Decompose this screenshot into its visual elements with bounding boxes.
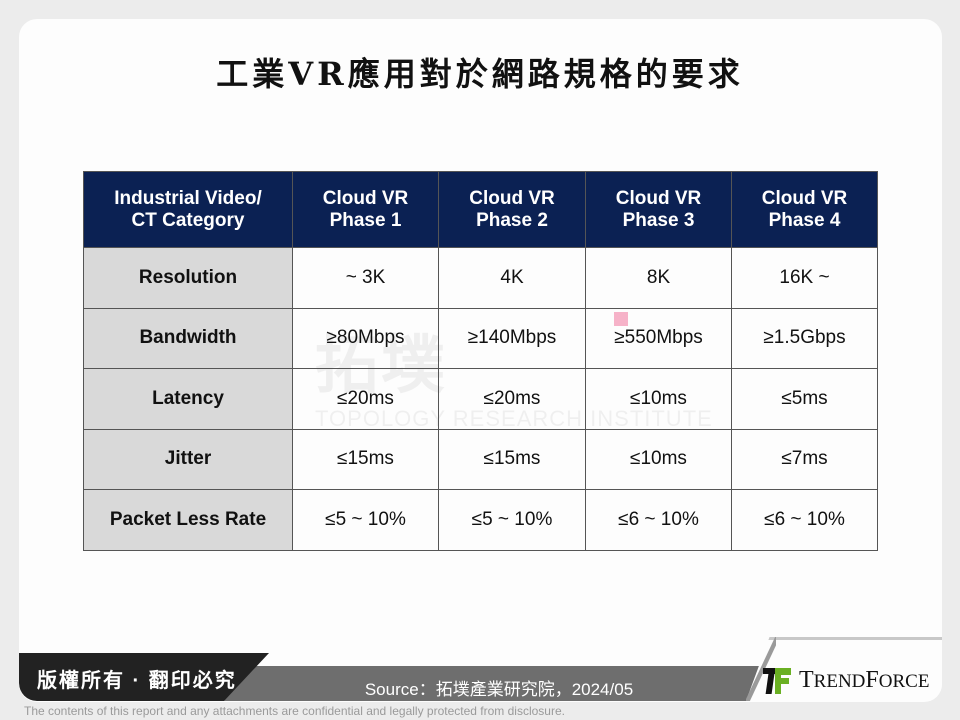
disclaimer-text: The contents of this report and any atta… <box>24 704 565 718</box>
table-cell: ≤15ms <box>438 428 586 490</box>
table-cell: ≤20ms <box>292 368 439 430</box>
requirements-table: Industrial Video/CT Category Cloud VR Pha… <box>83 171 878 551</box>
table-cell: ≤5 ~ 10% <box>438 489 586 551</box>
table-cell: ≤5ms <box>731 368 878 430</box>
table-cell: ≥80Mbps <box>292 307 439 369</box>
source-text: Source：拓墣產業研究院，2024/05 <box>364 680 634 699</box>
table-cell: 8K <box>585 247 732 309</box>
table-cell: ≥140Mbps <box>438 307 586 369</box>
trendforce-wordmark: TRENDFORCE <box>799 667 930 693</box>
pink-marker <box>614 312 628 326</box>
copyright-text: 版權所有 · 翻印必究 <box>37 670 237 692</box>
table-cell: ~ 3K <box>292 247 439 309</box>
header-phase-4: Cloud VR Phase 4 <box>731 171 878 248</box>
table-cell: ≤6 ~ 10% <box>731 489 878 551</box>
row-label: Latency <box>83 368 293 430</box>
table-row: Packet Less Rate ≤5 ~ 10% ≤5 ~ 10% ≤6 ~ … <box>83 489 878 551</box>
table-cell: ≥1.5Gbps <box>731 307 878 369</box>
trendforce-logo: TRENDFORCE <box>763 667 929 694</box>
page-title: 工業VR應用對於網路規格的要求 <box>216 55 744 93</box>
header-phase-1: Cloud VR Phase 1 <box>292 171 439 248</box>
table-cell: ≤20ms <box>438 368 586 430</box>
table-row: Bandwidth ≥80Mbps ≥140Mbps ≥550Mbps ≥1.5… <box>83 307 878 369</box>
table-cell: ≤10ms <box>585 368 732 430</box>
row-label: Resolution <box>83 247 293 309</box>
trendforce-logo-icon <box>763 667 793 694</box>
row-label: Bandwidth <box>83 307 293 369</box>
table-cell: 4K <box>438 247 586 309</box>
row-label: Packet Less Rate <box>83 489 293 551</box>
row-label: Jitter <box>83 428 293 490</box>
table-header-row: Industrial Video/CT Category Cloud VR Pha… <box>83 171 878 248</box>
slide: 工業VR應用對於網路規格的要求 拓墣 TOPOLOGY RESEARCH INS… <box>19 19 942 702</box>
table-cell: ≤15ms <box>292 428 439 490</box>
table-row: Latency ≤20ms ≤20ms ≤10ms ≤5ms <box>83 368 878 430</box>
table-cell: ≤10ms <box>585 428 732 490</box>
table-cell: 16K ~ <box>731 247 878 309</box>
header-phase-2: Cloud VR Phase 2 <box>438 171 586 248</box>
header-category: Industrial Video/CT Category <box>83 171 293 248</box>
header-phase-3: Cloud VR Phase 3 <box>585 171 732 248</box>
table-row: Jitter ≤15ms ≤15ms ≤10ms ≤7ms <box>83 428 878 490</box>
table-cell: ≤5 ~ 10% <box>292 489 439 551</box>
table-cell: ≥550Mbps <box>585 307 732 369</box>
table-cell: ≤7ms <box>731 428 878 490</box>
table-cell: ≤6 ~ 10% <box>585 489 732 551</box>
table-row: Resolution ~ 3K 4K 8K 16K ~ <box>83 247 878 309</box>
